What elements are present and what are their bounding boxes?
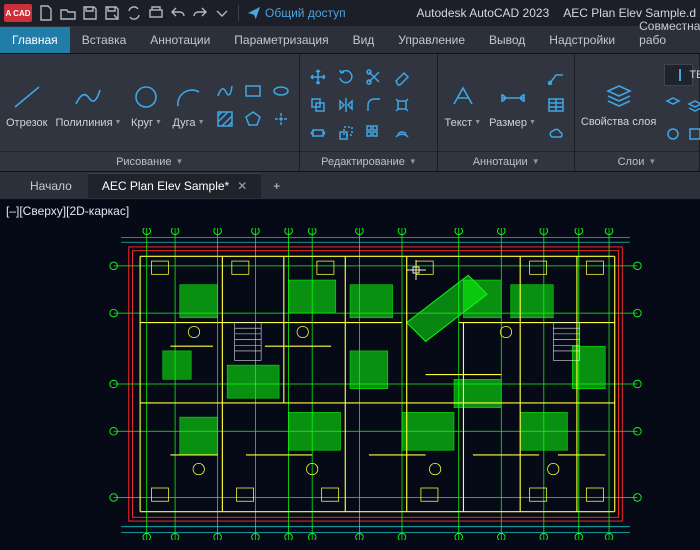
app-name: Autodesk AutoCAD 2023 (417, 6, 550, 20)
point-icon[interactable] (269, 107, 293, 131)
layer-state-row[interactable]: TEX (664, 64, 693, 86)
doctab-start[interactable]: Начало (16, 174, 86, 198)
dimension-icon (496, 81, 530, 113)
tool-dimension[interactable]: Размер▼ (489, 81, 536, 129)
qat-dropdown-icon[interactable] (214, 5, 230, 21)
tool-circle-label: Круг▼ (131, 117, 162, 129)
lock-icon (679, 69, 681, 81)
offset-icon[interactable] (390, 121, 414, 145)
tool-arc-label: Дуга▼ (172, 117, 204, 129)
erase-icon[interactable] (390, 65, 414, 89)
tool-polyline[interactable]: Полилиния▼ (55, 81, 121, 129)
app-logo[interactable]: A CAD (4, 4, 32, 22)
sync-icon[interactable] (126, 5, 142, 21)
tab-annotate[interactable]: Аннотации (138, 27, 222, 53)
new-icon[interactable] (38, 5, 54, 21)
quick-access-toolbar (38, 5, 230, 21)
layer-tool-1-icon[interactable] (664, 92, 682, 116)
leader-icon[interactable] (544, 65, 568, 89)
rotate-icon[interactable] (334, 65, 358, 89)
plot-icon[interactable] (148, 5, 164, 21)
titlebar: A CAD Общий доступ Autodesk AutoCAD 2023… (0, 0, 700, 26)
spline-icon[interactable] (213, 79, 237, 103)
panel-annotation: Текст▼ Размер▼ Аннотации▼ (438, 54, 574, 171)
rectangle-icon[interactable] (241, 79, 265, 103)
tool-dim-label: Размер▼ (489, 117, 536, 129)
open-icon[interactable] (60, 5, 76, 21)
app-window: A CAD Общий доступ Autodesk AutoCAD 2023… (0, 0, 700, 550)
ribbon: Отрезок Полилиния▼ Круг▼ Дуга▼ (0, 54, 700, 172)
panel-draw: Отрезок Полилиния▼ Круг▼ Дуга▼ (0, 54, 300, 171)
doctab-file[interactable]: AEC Plan Elev Sample* ✕ (88, 173, 261, 198)
tool-polyline-label: Полилиния▼ (55, 117, 121, 129)
ribbon-tabs: Главная Вставка Аннотации Параметризация… (0, 26, 700, 54)
undo-icon[interactable] (170, 5, 186, 21)
saveas-icon[interactable] (104, 5, 120, 21)
copy-icon[interactable] (306, 93, 330, 117)
tab-manage[interactable]: Управление (386, 27, 477, 53)
layers-icon (602, 80, 636, 112)
layer-tool-6-icon[interactable] (686, 122, 700, 146)
circle-icon (129, 81, 163, 113)
panel-edit-title[interactable]: Редактирование▼ (300, 151, 437, 171)
tool-circle[interactable]: Круг▼ (129, 81, 163, 129)
share-label: Общий доступ (265, 6, 346, 20)
tool-arc[interactable]: Дуга▼ (171, 81, 205, 129)
table-icon[interactable] (544, 93, 568, 117)
tool-line-label: Отрезок (6, 117, 47, 129)
draw-small-tools (213, 79, 293, 131)
tab-home[interactable]: Главная (0, 27, 70, 53)
hatch-icon[interactable] (213, 107, 237, 131)
panel-draw-title[interactable]: Рисование▼ (0, 151, 299, 171)
floor-plan (10, 228, 690, 540)
fillet-icon[interactable] (362, 93, 386, 117)
polyline-icon (71, 81, 105, 113)
cloud-icon[interactable] (544, 121, 568, 145)
panel-layers: Свойства слоя TEX (575, 54, 700, 171)
doctab-file-label: AEC Plan Elev Sample* (102, 179, 229, 193)
polygon-icon[interactable] (241, 107, 265, 131)
redo-icon[interactable] (192, 5, 208, 21)
tab-addins[interactable]: Надстройки (537, 27, 627, 53)
tool-layer-label: Свойства слоя (581, 116, 656, 128)
document-tabs: Начало AEC Plan Elev Sample* ✕ + (0, 172, 700, 200)
mirror-icon[interactable] (334, 93, 358, 117)
tool-text[interactable]: Текст▼ (444, 81, 481, 129)
arc-icon (171, 81, 205, 113)
text-icon (446, 81, 480, 113)
tab-collab[interactable]: Совместная рабо (627, 13, 700, 53)
tab-view[interactable]: Вид (341, 27, 387, 53)
array-icon[interactable] (362, 121, 386, 145)
panel-anno-title[interactable]: Аннотации▼ (438, 151, 573, 171)
layer-tool-2-icon[interactable] (686, 92, 700, 116)
tab-insert[interactable]: Вставка (70, 27, 139, 53)
tool-line[interactable]: Отрезок (6, 81, 47, 129)
explode-icon[interactable] (390, 93, 414, 117)
ellipse-icon[interactable] (269, 79, 293, 103)
panel-layers-title[interactable]: Слои▼ (575, 151, 699, 171)
edit-small-tools (306, 65, 414, 145)
tab-parametric[interactable]: Параметризация (222, 27, 340, 53)
tool-layer-props[interactable]: Свойства слоя (581, 80, 656, 128)
save-icon[interactable] (82, 5, 98, 21)
viewport-controls[interactable]: [–][Сверху][2D-каркас] (6, 204, 129, 218)
close-icon[interactable]: ✕ (237, 179, 247, 193)
layer-tool-5-icon[interactable] (664, 122, 682, 146)
viewport[interactable]: [–][Сверху][2D-каркас] (0, 200, 700, 550)
tab-output[interactable]: Вывод (477, 27, 537, 53)
trim-icon[interactable] (362, 65, 386, 89)
move-icon[interactable] (306, 65, 330, 89)
separator (238, 5, 239, 21)
line-icon (10, 81, 44, 113)
share-button[interactable]: Общий доступ (247, 6, 346, 20)
drawing-canvas[interactable] (10, 228, 690, 540)
stretch-icon[interactable] (306, 121, 330, 145)
tool-text-label: Текст▼ (444, 117, 481, 129)
scale-icon[interactable] (334, 121, 358, 145)
panel-edit: Редактирование▼ (300, 54, 438, 171)
layer-name-label: TEX (689, 69, 700, 81)
doctab-add[interactable]: + (263, 174, 290, 198)
